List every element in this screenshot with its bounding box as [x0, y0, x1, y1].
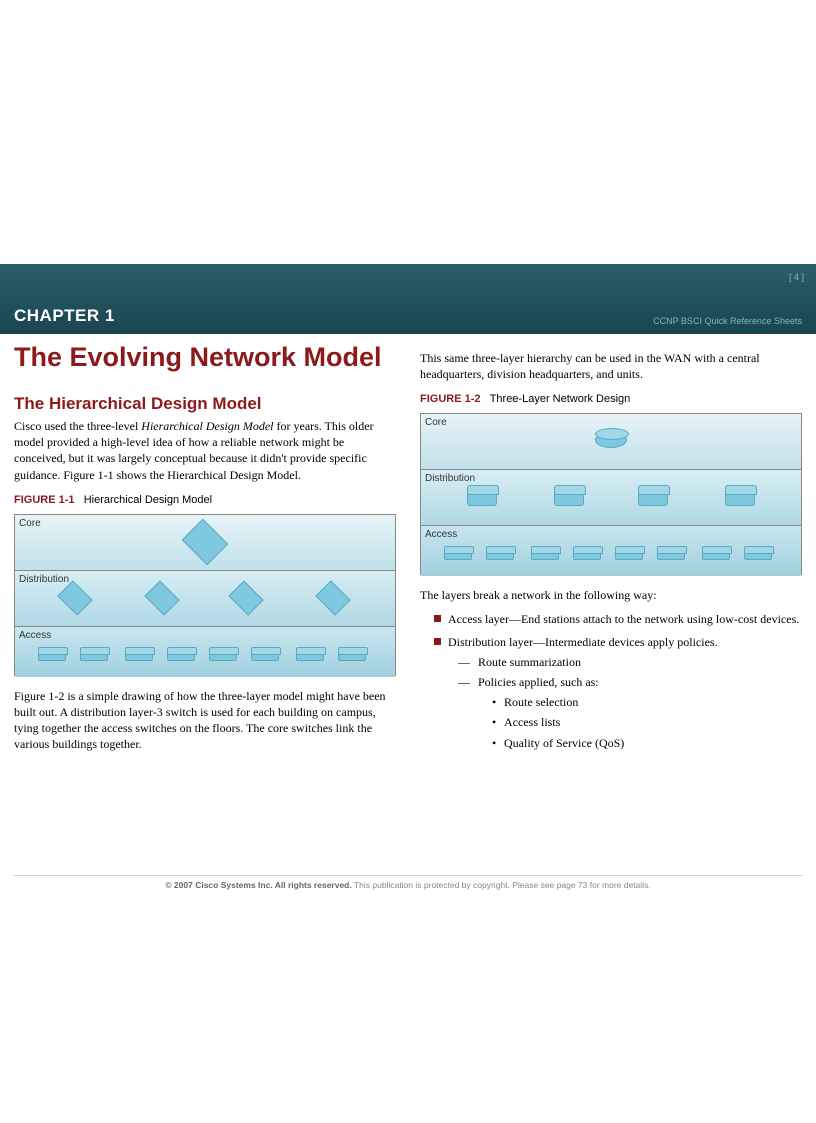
dist-switch-icon: [228, 580, 263, 615]
layer-break-list: Access layer—End stations attach to the …: [434, 611, 802, 750]
policy-qos: Quality of Service (QoS): [492, 735, 802, 751]
access-label: Access: [19, 629, 51, 643]
intro-paragraph: Cisco used the three-level Hierarchical …: [14, 418, 396, 483]
copyright-bold: © 2007 Cisco Systems Inc. All rights res…: [165, 880, 351, 890]
sub-route-summarization: Route summarization: [458, 654, 802, 670]
footer: © 2007 Cisco Systems Inc. All rights res…: [14, 875, 802, 890]
dist-switch-icon: [144, 580, 179, 615]
right-column: This same three-layer hierarchy can be u…: [420, 344, 802, 760]
core-label: Core: [425, 416, 447, 430]
dist-label: Distribution: [19, 573, 69, 587]
access-switch-icon: [125, 649, 153, 661]
figure-2-caption: FIGURE 1-2 Three-Layer Network Design: [420, 392, 802, 407]
text: Policies applied, such as:: [478, 675, 599, 689]
dist-label: Distribution: [425, 472, 475, 486]
distribution-layer: Distribution: [421, 470, 801, 526]
paragraph-2: Figure 1-2 is a simple drawing of how th…: [14, 688, 396, 753]
italic-term: Hierarchical Design Model: [141, 419, 273, 433]
section-title: The Hierarchical Design Model: [14, 393, 396, 416]
core-label: Core: [19, 517, 41, 531]
access-switch-icon: [209, 649, 237, 661]
dist-switch-icon: [315, 580, 350, 615]
core-layer: Core: [421, 414, 801, 470]
policy-access-lists: Access lists: [492, 714, 802, 730]
access-switch-icon: [744, 548, 772, 560]
text: Distribution layer—Intermediate devices …: [448, 635, 718, 649]
access-layer: Access: [15, 627, 395, 677]
access-switch-icon: [444, 548, 472, 560]
break-intro: The layers break a network in the follow…: [420, 587, 802, 603]
content-area: The Evolving Network Model The Hierarchi…: [14, 344, 802, 760]
access-layer: Access: [421, 526, 801, 576]
access-switch-icon: [338, 649, 366, 661]
policies-sublist: Route selection Access lists Quality of …: [492, 694, 802, 751]
access-switch-icon: [702, 548, 730, 560]
figure-label: FIGURE 1-1: [14, 494, 75, 506]
page-number: [ 4 ]: [789, 272, 804, 282]
sub-policies: Policies applied, such as: Route selecti…: [458, 674, 802, 751]
page-title: The Evolving Network Model: [14, 344, 396, 371]
figure-1-caption: FIGURE 1-1 Hierarchical Design Model: [14, 493, 396, 508]
access-switch-icon: [80, 649, 108, 661]
access-switch-icon: [657, 548, 685, 560]
copyright-rest: This publication is protected by copyrig…: [352, 880, 651, 890]
core-router-icon: [595, 432, 627, 448]
dist-l3switch-icon: [638, 488, 668, 506]
dist-sublist: Route summarization Policies applied, su…: [458, 654, 802, 751]
reference-label: CCNP BSCI Quick Reference Sheets: [653, 316, 802, 326]
left-column: The Evolving Network Model The Hierarchi…: [14, 344, 396, 760]
access-switch-icon: [251, 649, 279, 661]
access-switch-icon: [573, 548, 601, 560]
policy-route-selection: Route selection: [492, 694, 802, 710]
figure-title: Hierarchical Design Model: [84, 494, 212, 506]
bullet-distribution: Distribution layer—Intermediate devices …: [434, 634, 802, 751]
dist-l3switch-icon: [725, 488, 755, 506]
access-switch-icon: [167, 649, 195, 661]
header-band: [ 4 ] CHAPTER 1 CCNP BSCI Quick Referenc…: [0, 264, 816, 334]
figure-title: Three-Layer Network Design: [490, 393, 631, 405]
text: Cisco used the three-level: [14, 419, 141, 433]
access-label: Access: [425, 528, 457, 542]
right-intro: This same three-layer hierarchy can be u…: [420, 350, 802, 382]
access-switch-icon: [38, 649, 66, 661]
access-switch-icon: [486, 548, 514, 560]
figure-1-diagram: Core Distribution Access: [14, 514, 396, 676]
core-layer: Core: [15, 515, 395, 571]
chapter-label: CHAPTER 1: [14, 306, 115, 326]
bullet-access: Access layer—End stations attach to the …: [434, 611, 802, 627]
access-switch-icon: [531, 548, 559, 560]
core-switch-icon: [182, 518, 229, 565]
access-switch-icon: [296, 649, 324, 661]
access-switch-icon: [615, 548, 643, 560]
dist-l3switch-icon: [467, 488, 497, 506]
figure-2-diagram: Core Distribution Access: [420, 413, 802, 575]
distribution-layer: Distribution: [15, 571, 395, 627]
dist-l3switch-icon: [554, 488, 584, 506]
figure-label: FIGURE 1-2: [420, 393, 481, 405]
